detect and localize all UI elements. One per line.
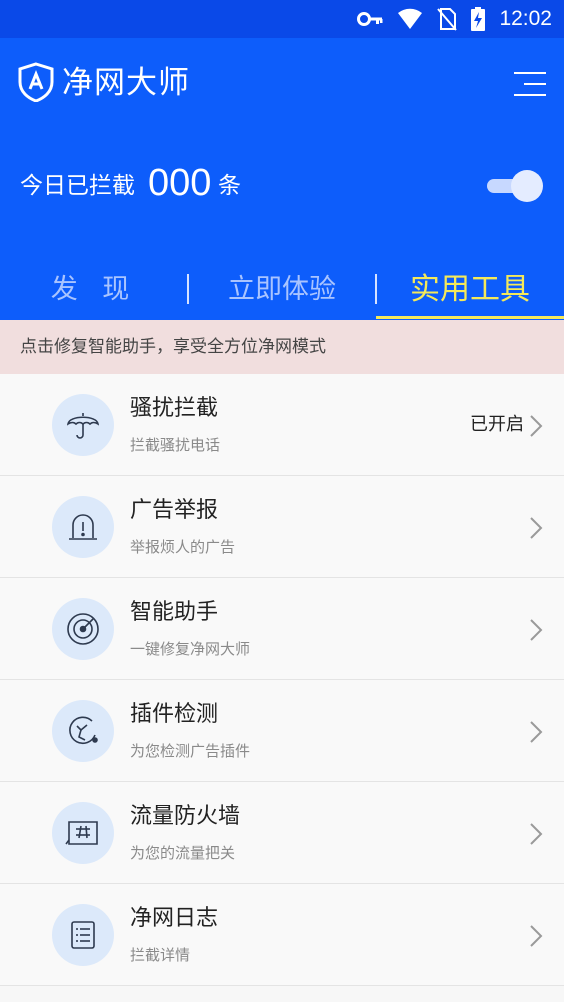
tool-row-harassment-block[interactable]: 骚扰拦截 拦截骚扰电话 已开启 bbox=[0, 374, 564, 476]
menu-line-icon bbox=[514, 94, 546, 96]
icon-badge bbox=[52, 598, 114, 660]
tool-list: 骚扰拦截 拦截骚扰电话 已开启 广告举报 举报烦人的广告 智能助手 一键修复净网… bbox=[0, 374, 564, 986]
umbrella-icon bbox=[67, 413, 99, 439]
tab-bar: 发 现 立即体验 实用工具 bbox=[0, 268, 564, 320]
blocked-count: 000 bbox=[148, 162, 212, 204]
tool-row-block-log[interactable]: 净网日志 拦截详情 bbox=[0, 884, 564, 986]
tool-subtitle: 举报烦人的广告 bbox=[130, 538, 236, 556]
icon-badge bbox=[52, 904, 114, 966]
tool-subtitle: 拦截骚扰电话 bbox=[130, 436, 221, 454]
tool-row-traffic-firewall[interactable]: 流量防火墙 为您的流量把关 bbox=[0, 782, 564, 884]
chevron-right-icon bbox=[530, 925, 543, 947]
chevron-right-icon bbox=[530, 721, 543, 743]
menu-line-icon bbox=[514, 72, 546, 74]
icon-badge bbox=[52, 496, 114, 558]
tool-title: 插件检测 bbox=[130, 702, 219, 727]
log-icon bbox=[71, 921, 95, 949]
tool-title: 智能助手 bbox=[130, 600, 219, 625]
clock: 12:02 bbox=[499, 7, 552, 30]
tool-title: 净网日志 bbox=[130, 906, 219, 931]
shield-logo-icon bbox=[18, 62, 54, 102]
alert-icon bbox=[69, 514, 97, 540]
wifi-icon bbox=[398, 8, 423, 30]
tool-title: 广告举报 bbox=[130, 498, 219, 523]
tab-tools[interactable]: 实用工具 bbox=[376, 268, 564, 320]
tool-title: 骚扰拦截 bbox=[130, 396, 219, 421]
radar-icon bbox=[67, 613, 99, 645]
active-tab-indicator bbox=[376, 316, 564, 319]
menu-button[interactable] bbox=[508, 72, 548, 102]
battery-charging-icon bbox=[471, 7, 486, 31]
app-title: 净网大师 bbox=[62, 65, 190, 101]
tab-discover[interactable]: 发 现 bbox=[0, 268, 188, 320]
blocked-today-label: 今日已拦截 bbox=[20, 173, 135, 199]
tool-subtitle: 拦截详情 bbox=[130, 946, 191, 964]
tool-status: 已开启 bbox=[470, 414, 524, 435]
firewall-icon bbox=[65, 821, 98, 845]
icon-badge bbox=[52, 394, 114, 456]
vpn-key-icon bbox=[357, 12, 383, 26]
icon-badge bbox=[52, 700, 114, 762]
icon-badge bbox=[52, 802, 114, 864]
tool-subtitle: 一键修复净网大师 bbox=[130, 640, 251, 658]
tool-row-plugin-scan[interactable]: 插件检测 为您检测广告插件 bbox=[0, 680, 564, 782]
header: 净网大师 今日已拦截 000 条 发 现 立即体验 实用工具 bbox=[0, 38, 564, 320]
menu-line-icon bbox=[524, 83, 546, 85]
tool-row-smart-assistant[interactable]: 智能助手 一键修复净网大师 bbox=[0, 578, 564, 680]
tool-title: 流量防火墙 bbox=[130, 804, 241, 829]
toggle-knob bbox=[511, 170, 543, 202]
repair-assistant-banner[interactable]: 点击修复智能助手，享受全方位净网模式 bbox=[0, 320, 564, 374]
tool-row-ad-report[interactable]: 广告举报 举报烦人的广告 bbox=[0, 476, 564, 578]
chevron-right-icon bbox=[530, 619, 543, 641]
status-bar: 12:02 bbox=[0, 0, 564, 38]
plugin-icon bbox=[69, 716, 98, 745]
no-sim-icon bbox=[437, 8, 458, 31]
blocked-count-unit: 条 bbox=[218, 173, 241, 199]
tool-subtitle: 为您的流量把关 bbox=[130, 844, 236, 862]
chevron-right-icon bbox=[530, 517, 543, 539]
tool-subtitle: 为您检测广告插件 bbox=[130, 742, 251, 760]
tab-try-now[interactable]: 立即体验 bbox=[188, 268, 376, 320]
protection-toggle[interactable] bbox=[485, 170, 545, 202]
chevron-right-icon bbox=[530, 823, 543, 845]
chevron-right-icon bbox=[530, 415, 543, 437]
